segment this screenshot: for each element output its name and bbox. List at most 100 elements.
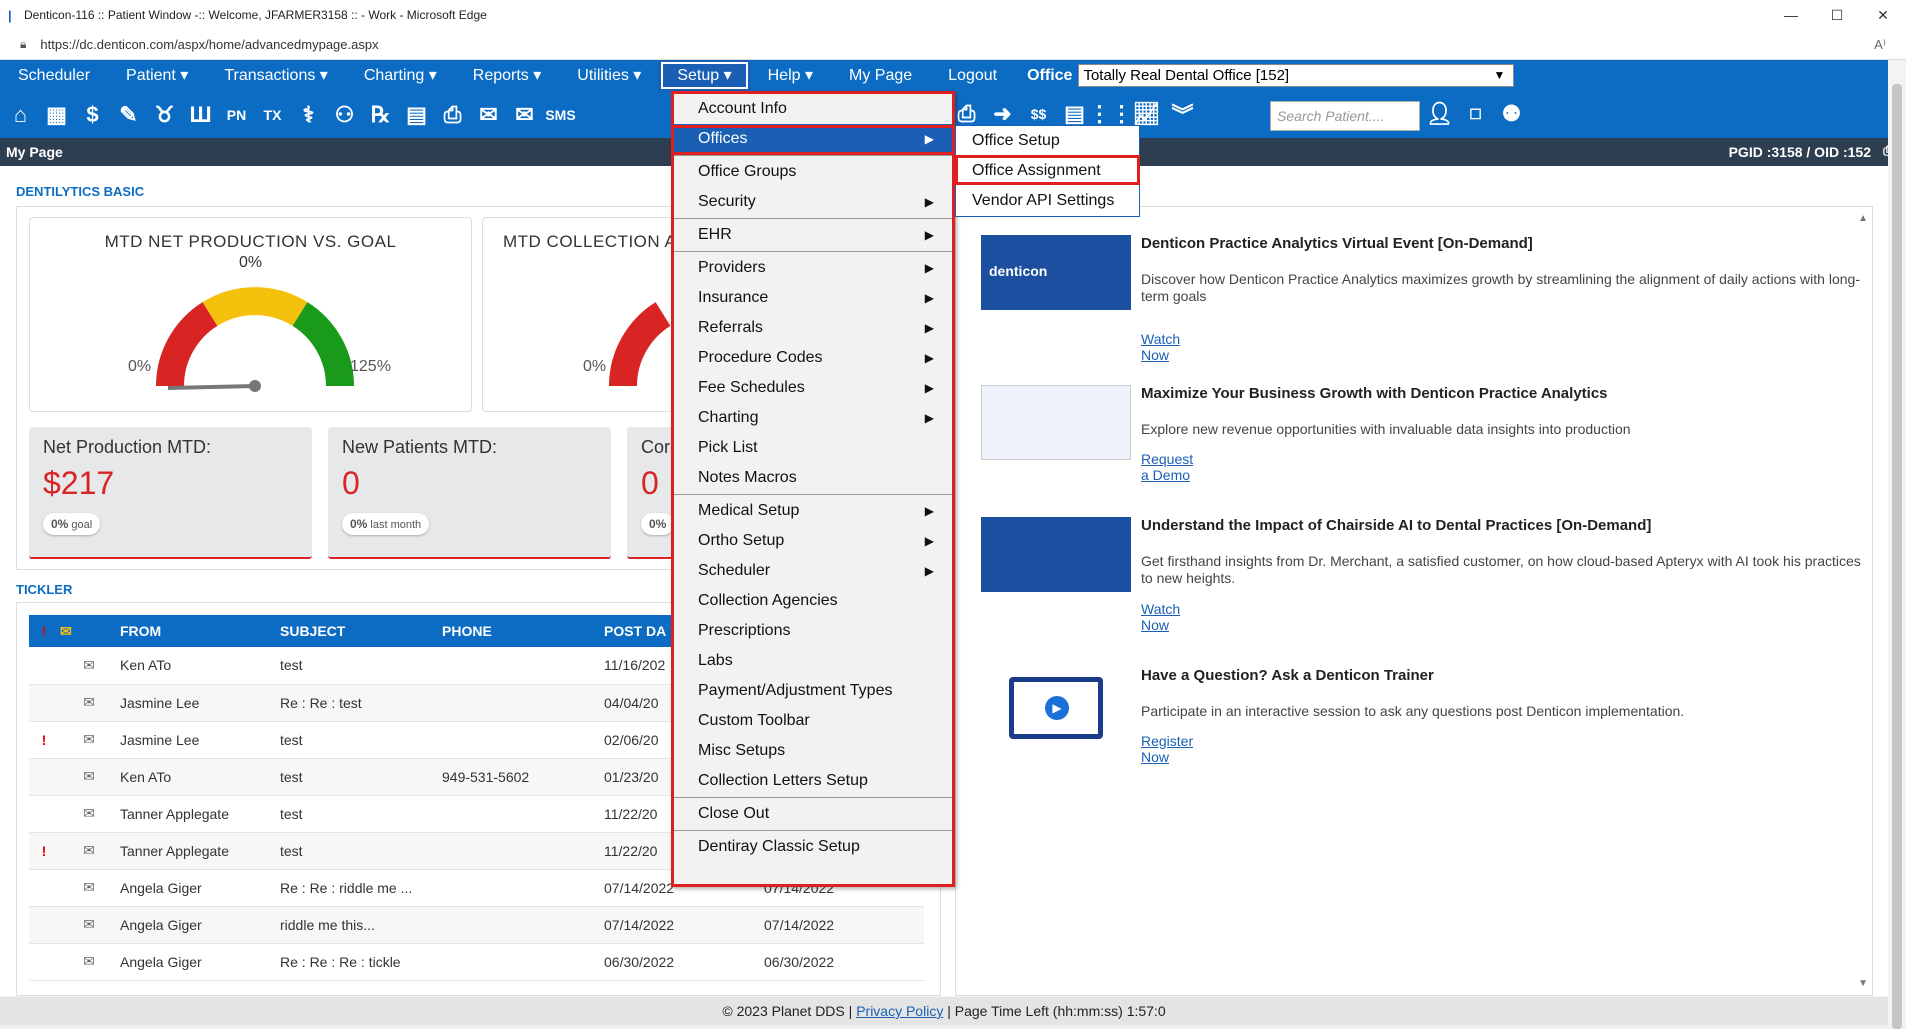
maximize-icon[interactable]: ☐ [1814, 0, 1860, 30]
menu-patient[interactable]: Patient ▾ [108, 60, 206, 91]
add-family-icon[interactable]: ⚇ [328, 97, 361, 133]
setup-menu-item-providers[interactable]: Providers ▶ [674, 253, 952, 283]
setup-menu-item-pick-list[interactable]: Pick List [674, 433, 952, 463]
gauge-green-segment [292, 302, 354, 387]
add-patient-icon[interactable]: ⚕︎ [292, 97, 325, 133]
menu-item-label: Referrals [698, 319, 763, 336]
menu-logout[interactable]: Logout [930, 60, 1015, 91]
submenu-office-setup[interactable]: Office Setup [956, 126, 1139, 156]
message-icon[interactable]: ✉︎ [508, 97, 541, 133]
setup-menu-item-charting[interactable]: Charting ▶ [674, 403, 952, 433]
rx-icon[interactable]: ℞ [364, 97, 397, 133]
tickler-row[interactable]: ✉ Angela Giger riddle me this... 07/14/2022… [29, 906, 924, 944]
menu-my-page[interactable]: My Page [831, 60, 930, 91]
url-text[interactable]: https://dc.denticon.com/aspx/home/advanc… [40, 37, 378, 52]
menu-item-label: Office Groups [698, 163, 797, 180]
setup-menu-item-labs[interactable]: Labs [674, 646, 952, 676]
search-patient-input[interactable]: Search Patient.... [1270, 101, 1420, 131]
notes-icon[interactable]: ▤ [400, 97, 433, 133]
tx-icon[interactable]: TX [256, 97, 289, 133]
gauge-needle-hub [249, 380, 261, 392]
setup-menu-item-security[interactable]: Security ▶ [674, 187, 952, 217]
setup-menu-item-misc-setups[interactable]: Misc Setups [674, 736, 952, 766]
setup-menu-item-insurance[interactable]: Insurance ▶ [674, 283, 952, 313]
menu-separator [674, 218, 952, 219]
read-aloud-icon[interactable]: A⁾ [1874, 37, 1886, 53]
subject-header[interactable]: SUBJECT [279, 615, 441, 647]
menu-scheduler[interactable]: Scheduler [0, 60, 108, 91]
menu-utilities[interactable]: Utilities ▾ [559, 60, 659, 91]
setup-menu-item-close-out[interactable]: Close Out [674, 799, 952, 829]
setup-menu-item-collection-agencies[interactable]: Collection Agencies [674, 586, 952, 616]
news-link[interactable]: Request a Demo [1141, 451, 1193, 483]
envelope-icon: ✉ [59, 647, 119, 685]
tickler-row[interactable]: ✉ Angela Giger Re : Re : Re : tickle 06/30/… [29, 943, 924, 981]
stat-card-new-patients: New Patients MTD: 0 0% last month [328, 427, 611, 559]
patient-search-icon[interactable]: 👤︎ [1423, 96, 1456, 132]
news-thumbnail[interactable] [981, 517, 1131, 592]
pn-icon[interactable]: PN [220, 97, 253, 133]
news-link[interactable]: Watch Now [1141, 601, 1180, 633]
menu-item-label: Collection Letters Setup [698, 772, 868, 789]
close-icon[interactable]: ✕ [1860, 0, 1906, 30]
setup-menu-item-fee-schedules[interactable]: Fee Schedules ▶ [674, 373, 952, 403]
setup-menu-item-prescriptions[interactable]: Prescriptions [674, 616, 952, 646]
setup-menu-item-dentiray-classic-setup[interactable]: Dentiray Classic Setup [674, 832, 952, 862]
setup-menu-item-referrals[interactable]: Referrals ▶ [674, 313, 952, 343]
setup-menu-item-procedure-codes[interactable]: Procedure Codes ▶ [674, 343, 952, 373]
minimize-icon[interactable]: — [1768, 0, 1814, 30]
scroll-up-icon[interactable]: ▲ [1858, 213, 1868, 224]
setup-menu-item-custom-toolbar[interactable]: Custom Toolbar [674, 706, 952, 736]
double-chevron-icon[interactable]: ︾ [1166, 96, 1199, 132]
news-thumbnail[interactable] [981, 385, 1131, 460]
setup-menu-item-ehr[interactable]: EHR ▶ [674, 220, 952, 250]
phone-cell: 949-531-5602 [441, 758, 603, 796]
setup-menu-item-office-groups[interactable]: Office Groups [674, 157, 952, 187]
office-select[interactable]: Totally Real Dental Office [152] ▼ [1078, 64, 1515, 87]
app-favicon-icon: | [8, 8, 12, 23]
checkbox-icon[interactable]: ☐ [1459, 96, 1492, 132]
news-description: Explore new revenue opportunities with i… [1141, 421, 1631, 437]
news-link[interactable]: Watch Now [1141, 331, 1180, 363]
news-thumbnail[interactable]: denticon [981, 235, 1131, 310]
setup-menu-item-notes-macros[interactable]: Notes Macros [674, 463, 952, 493]
edit-list-icon[interactable]: ✎ [112, 97, 145, 133]
setup-menu-item-collection-letters-setup[interactable]: Collection Letters Setup [674, 766, 952, 796]
setup-menu-item-payment-adjustment-types[interactable]: Payment/Adjustment Types [674, 676, 952, 706]
phone-header[interactable]: PHONE [441, 615, 603, 647]
stat-label: New Patients MTD: [342, 437, 498, 457]
sms-icon[interactable]: SMS [544, 97, 577, 133]
tooth-chart-icon[interactable]: Ш [184, 97, 217, 133]
menu-help[interactable]: Help ▾ [750, 60, 831, 91]
menu-item-label: Labs [698, 652, 733, 669]
page-scrollbar[interactable] [1888, 60, 1906, 1029]
office-select-value: Totally Real Dental Office [152] [1083, 67, 1290, 84]
menu-charting[interactable]: Charting ▾ [346, 60, 455, 91]
home-icon[interactable]: ⌂ [4, 97, 37, 133]
setup-menu-item-medical-setup[interactable]: Medical Setup ▶ [674, 496, 952, 526]
address-bar[interactable]: 🔒︎ https://dc.denticon.com/aspx/home/adv… [0, 30, 1906, 60]
setup-menu-item-ortho-setup[interactable]: Ortho Setup ▶ [674, 526, 952, 556]
setup-menu-item-account-info[interactable]: Account Info [674, 94, 952, 124]
scroll-down-icon[interactable]: ▼ [1858, 978, 1868, 989]
menu-transactions[interactable]: Transactions ▾ [206, 60, 345, 91]
monitor-play-icon[interactable]: ▶ [1009, 677, 1103, 739]
news-title: Have a Question? Ask a Denticon Trainer [1141, 667, 1434, 684]
from-header[interactable]: FROM [119, 615, 279, 647]
tooth-icon[interactable]: ♉︎ [148, 97, 181, 133]
gauge-red-segment [156, 302, 218, 387]
setup-menu-item-scheduler[interactable]: Scheduler ▶ [674, 556, 952, 586]
mail-icon[interactable]: ✉ [472, 97, 505, 133]
printer-icon[interactable]: ⎙ [436, 97, 469, 133]
calendar-icon[interactable]: ▦ [40, 97, 73, 133]
privacy-policy-link[interactable]: Privacy Policy [856, 1003, 943, 1019]
submenu-vendor-api-settings[interactable]: Vendor API Settings [956, 186, 1139, 216]
menu-item-label: EHR [698, 226, 732, 243]
scrollbar-thumb[interactable] [1892, 84, 1902, 1029]
menu-setup[interactable]: Setup ▾ [659, 60, 750, 91]
menu-reports[interactable]: Reports ▾ [455, 60, 560, 91]
menu-separator [674, 494, 952, 495]
news-link[interactable]: Register Now [1141, 733, 1193, 765]
dollar-icon[interactable]: $ [76, 97, 109, 133]
group-icon[interactable]: ⚉ [1495, 96, 1528, 132]
